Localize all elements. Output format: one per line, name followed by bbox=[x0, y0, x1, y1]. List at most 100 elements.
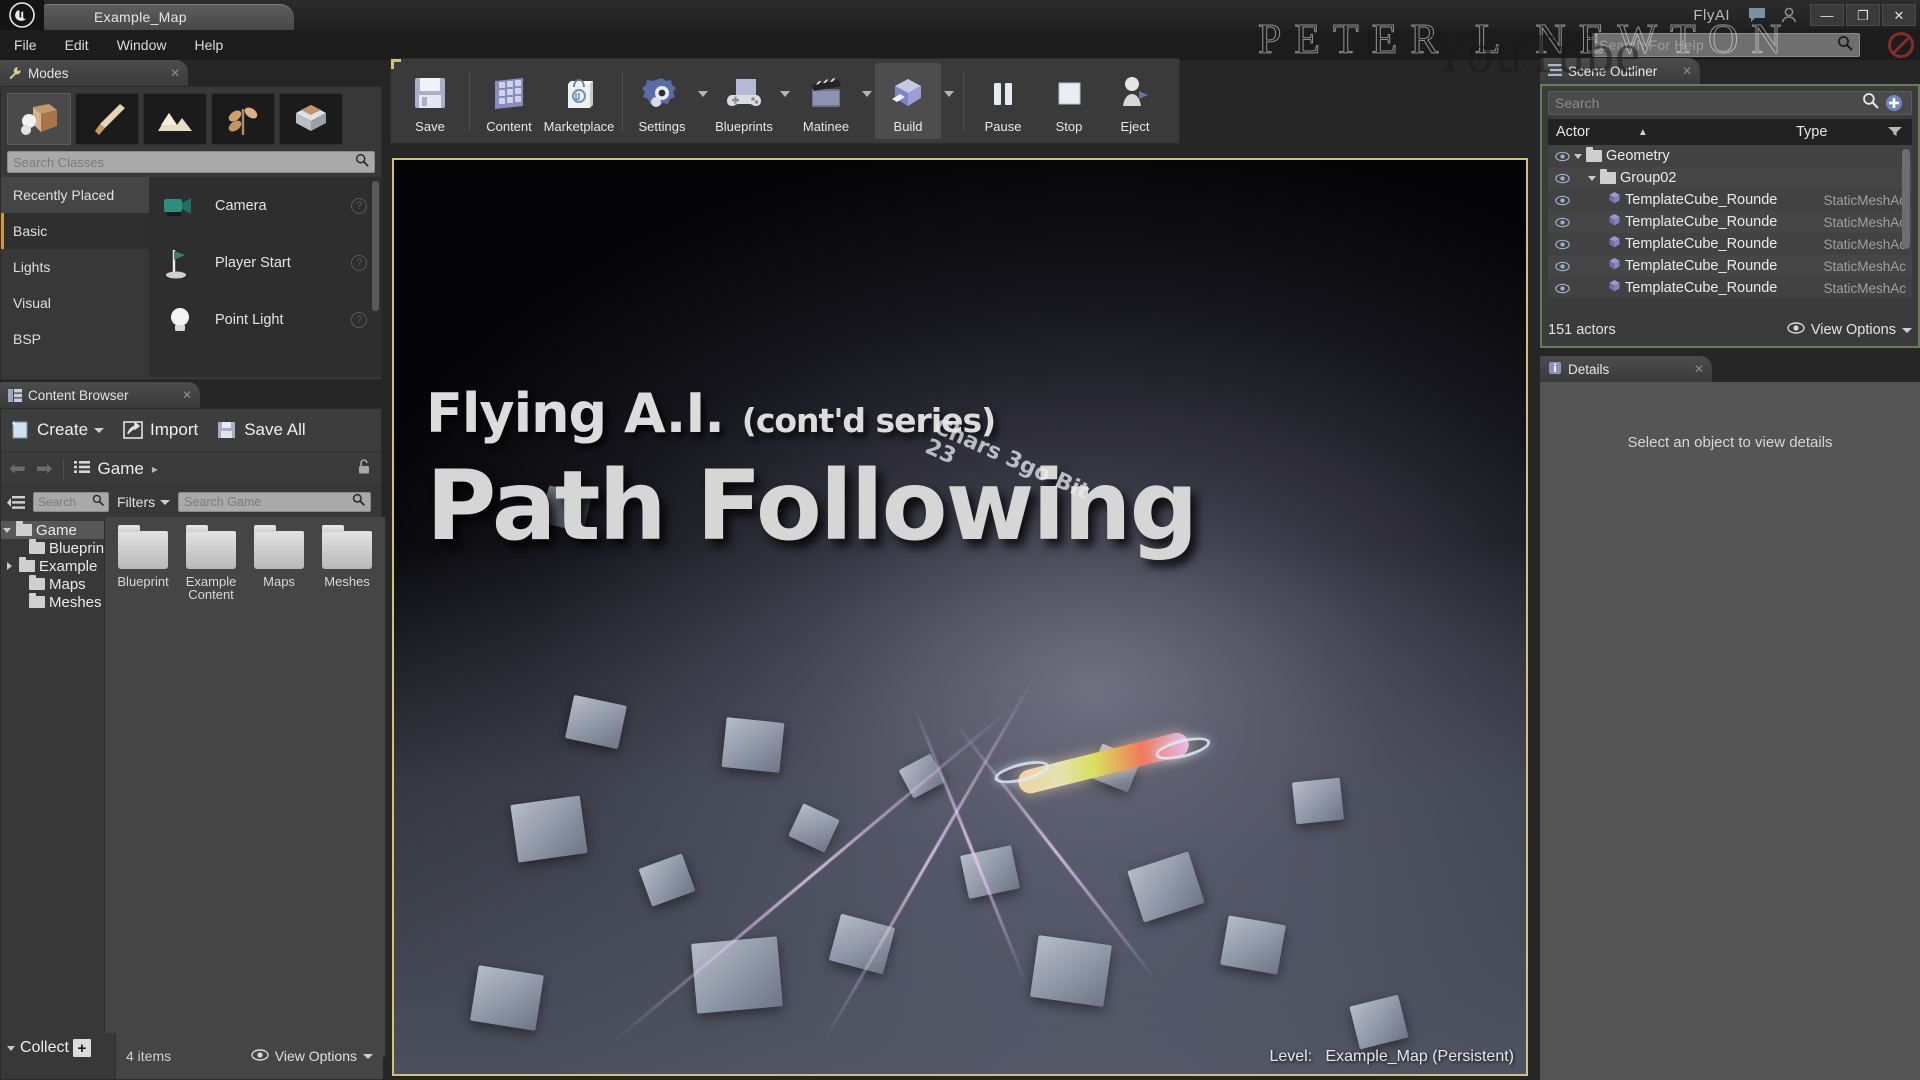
table-row[interactable]: Geometry bbox=[1548, 145, 1912, 167]
sources-panel-icon[interactable] bbox=[7, 495, 25, 510]
menu-help[interactable]: Help bbox=[180, 30, 237, 60]
matinee-button[interactable]: Matinee bbox=[793, 63, 859, 139]
close-icon[interactable]: ✕ bbox=[1682, 64, 1692, 78]
view-options-button[interactable]: View Options bbox=[251, 1048, 373, 1064]
column-header-type[interactable]: Type bbox=[1796, 124, 1904, 140]
outliner-scrollbar[interactable] bbox=[1902, 149, 1910, 249]
marketplace-button[interactable]: Marketplace bbox=[542, 63, 616, 139]
help-icon[interactable]: ? bbox=[351, 254, 367, 271]
outliner-item-actor[interactable]: TemplateCube_Rounde bbox=[1572, 279, 1777, 297]
sort-ascending-icon[interactable]: ▲ bbox=[1638, 127, 1648, 138]
menu-edit[interactable]: Edit bbox=[51, 30, 103, 60]
expand-collapse-icon[interactable] bbox=[1588, 175, 1596, 181]
search-icon[interactable] bbox=[1862, 92, 1879, 114]
content-button[interactable]: Content bbox=[476, 63, 542, 139]
table-row[interactable]: Group02 bbox=[1548, 167, 1912, 189]
build-dropdown[interactable] bbox=[941, 63, 957, 139]
tree-item-example-content[interactable]: Example bbox=[1, 557, 104, 575]
pause-button[interactable]: Pause bbox=[970, 63, 1036, 139]
paint-mode-button[interactable] bbox=[75, 93, 139, 145]
expand-collapse-icon[interactable] bbox=[1574, 153, 1582, 159]
eye-icon[interactable] bbox=[1552, 195, 1572, 206]
placeable-point-light[interactable]: Point Light ? bbox=[149, 291, 381, 348]
blueprints-dropdown[interactable] bbox=[777, 63, 793, 139]
level-tab-example-map[interactable]: Example_Map bbox=[44, 4, 294, 30]
import-button[interactable]: Import bbox=[122, 420, 198, 440]
filters-button[interactable]: Filters bbox=[117, 494, 171, 510]
settings-dropdown[interactable] bbox=[695, 63, 711, 139]
user-account-icon[interactable] bbox=[1776, 4, 1802, 26]
close-button[interactable]: ✕ bbox=[1882, 4, 1916, 26]
table-row[interactable]: TemplateCube_Rounde StaticMeshAc bbox=[1548, 211, 1912, 233]
tree-expander[interactable] bbox=[1, 527, 12, 533]
column-header-actor[interactable]: Actor ▲ bbox=[1556, 124, 1796, 140]
table-row[interactable]: TemplateCube_Rounde StaticMeshAc bbox=[1548, 277, 1912, 297]
eye-icon[interactable] bbox=[1552, 173, 1572, 184]
sidebar-item-basic[interactable]: Basic bbox=[1, 213, 149, 249]
outliner-item-actor[interactable]: TemplateCube_Rounde bbox=[1572, 235, 1777, 253]
breadcrumb[interactable]: Game ▸ bbox=[73, 459, 158, 479]
eye-icon[interactable] bbox=[1552, 283, 1572, 294]
outliner-item-actor[interactable]: TemplateCube_Rounde bbox=[1572, 191, 1777, 209]
add-collection-button[interactable]: + bbox=[72, 1039, 91, 1057]
place-mode-button[interactable] bbox=[7, 93, 71, 145]
asset-blueprint[interactable]: Blueprint bbox=[115, 525, 171, 601]
tab-modes[interactable]: Modes ✕ bbox=[0, 60, 188, 86]
asset-search-input[interactable]: Search Game bbox=[178, 492, 371, 512]
matinee-dropdown[interactable] bbox=[859, 63, 875, 139]
asset-maps[interactable]: Maps bbox=[251, 525, 307, 601]
sidebar-item-visual[interactable]: Visual bbox=[1, 285, 149, 321]
settings-button[interactable]: Settings bbox=[629, 63, 695, 139]
search-icon[interactable] bbox=[92, 493, 104, 511]
close-icon[interactable]: ✕ bbox=[170, 66, 180, 80]
outliner-item-geometry[interactable]: Geometry bbox=[1572, 147, 1670, 164]
save-all-button[interactable]: Save All bbox=[216, 420, 306, 440]
outliner-view-options-button[interactable]: View Options bbox=[1787, 322, 1912, 338]
tab-scene-outliner[interactable]: Scene Outliner ✕ bbox=[1540, 58, 1700, 84]
tree-item-game[interactable]: Game bbox=[1, 521, 105, 539]
help-search-input[interactable]: Search For Help bbox=[1592, 33, 1860, 57]
menu-file[interactable]: File bbox=[0, 30, 51, 60]
placeable-list-scrollbar[interactable] bbox=[372, 181, 379, 311]
chevron-down-icon[interactable] bbox=[7, 1045, 15, 1051]
blueprints-button[interactable]: Blueprints bbox=[711, 63, 777, 139]
tree-item-maps[interactable]: Maps bbox=[1, 575, 104, 593]
tree-item-meshes[interactable]: Meshes bbox=[1, 593, 104, 611]
breadcrumb-caret[interactable]: ▸ bbox=[152, 462, 158, 476]
tab-content-browser[interactable]: Content Browser ✕ bbox=[0, 382, 200, 408]
level-viewport[interactable]: Flying A.I. (cont'd series) Path Followi… bbox=[392, 158, 1528, 1076]
eye-icon[interactable] bbox=[1552, 151, 1572, 162]
asset-meshes[interactable]: Meshes bbox=[319, 525, 375, 601]
sidebar-item-recently-placed[interactable]: Recently Placed bbox=[1, 177, 149, 213]
search-icon[interactable] bbox=[352, 493, 365, 511]
table-row[interactable]: TemplateCube_Rounde StaticMeshAc bbox=[1548, 189, 1912, 211]
create-button[interactable]: Create bbox=[9, 420, 105, 440]
chevron-down-icon[interactable] bbox=[94, 427, 105, 433]
minimize-button[interactable]: — bbox=[1810, 4, 1844, 26]
sidebar-item-lights[interactable]: Lights bbox=[1, 249, 149, 285]
geometry-edit-mode-button[interactable] bbox=[279, 93, 343, 145]
arrow-right-icon[interactable]: ➡ bbox=[36, 459, 53, 479]
help-icon[interactable]: ? bbox=[351, 311, 367, 328]
eject-button[interactable]: Eject bbox=[1102, 63, 1168, 139]
build-button[interactable]: Build bbox=[875, 63, 941, 139]
tree-item-blueprint[interactable]: Blueprin bbox=[1, 539, 104, 557]
close-icon[interactable]: ✕ bbox=[1694, 362, 1704, 376]
arrow-left-icon[interactable]: ⬅ bbox=[9, 459, 26, 479]
help-icon[interactable]: ? bbox=[351, 197, 367, 214]
landscape-mode-button[interactable] bbox=[143, 93, 207, 145]
outliner-search-input[interactable]: Search bbox=[1548, 91, 1912, 115]
close-icon[interactable]: ✕ bbox=[182, 388, 192, 402]
outliner-item-group02[interactable]: Group02 bbox=[1572, 169, 1676, 186]
maximize-button[interactable]: ❐ bbox=[1846, 4, 1880, 26]
eye-icon[interactable] bbox=[1552, 217, 1572, 228]
placeable-camera[interactable]: Camera ? bbox=[149, 177, 381, 234]
search-icon[interactable] bbox=[1837, 35, 1853, 56]
search-icon[interactable] bbox=[355, 153, 369, 172]
table-row[interactable]: TemplateCube_Rounde StaticMeshAc bbox=[1548, 255, 1912, 277]
tab-details[interactable]: Details ✕ bbox=[1540, 356, 1712, 382]
lock-open-icon[interactable] bbox=[357, 458, 373, 480]
outliner-item-actor[interactable]: TemplateCube_Rounde bbox=[1572, 213, 1777, 231]
feedback-bubble-icon[interactable] bbox=[1744, 4, 1770, 26]
eye-icon[interactable] bbox=[1552, 261, 1572, 272]
